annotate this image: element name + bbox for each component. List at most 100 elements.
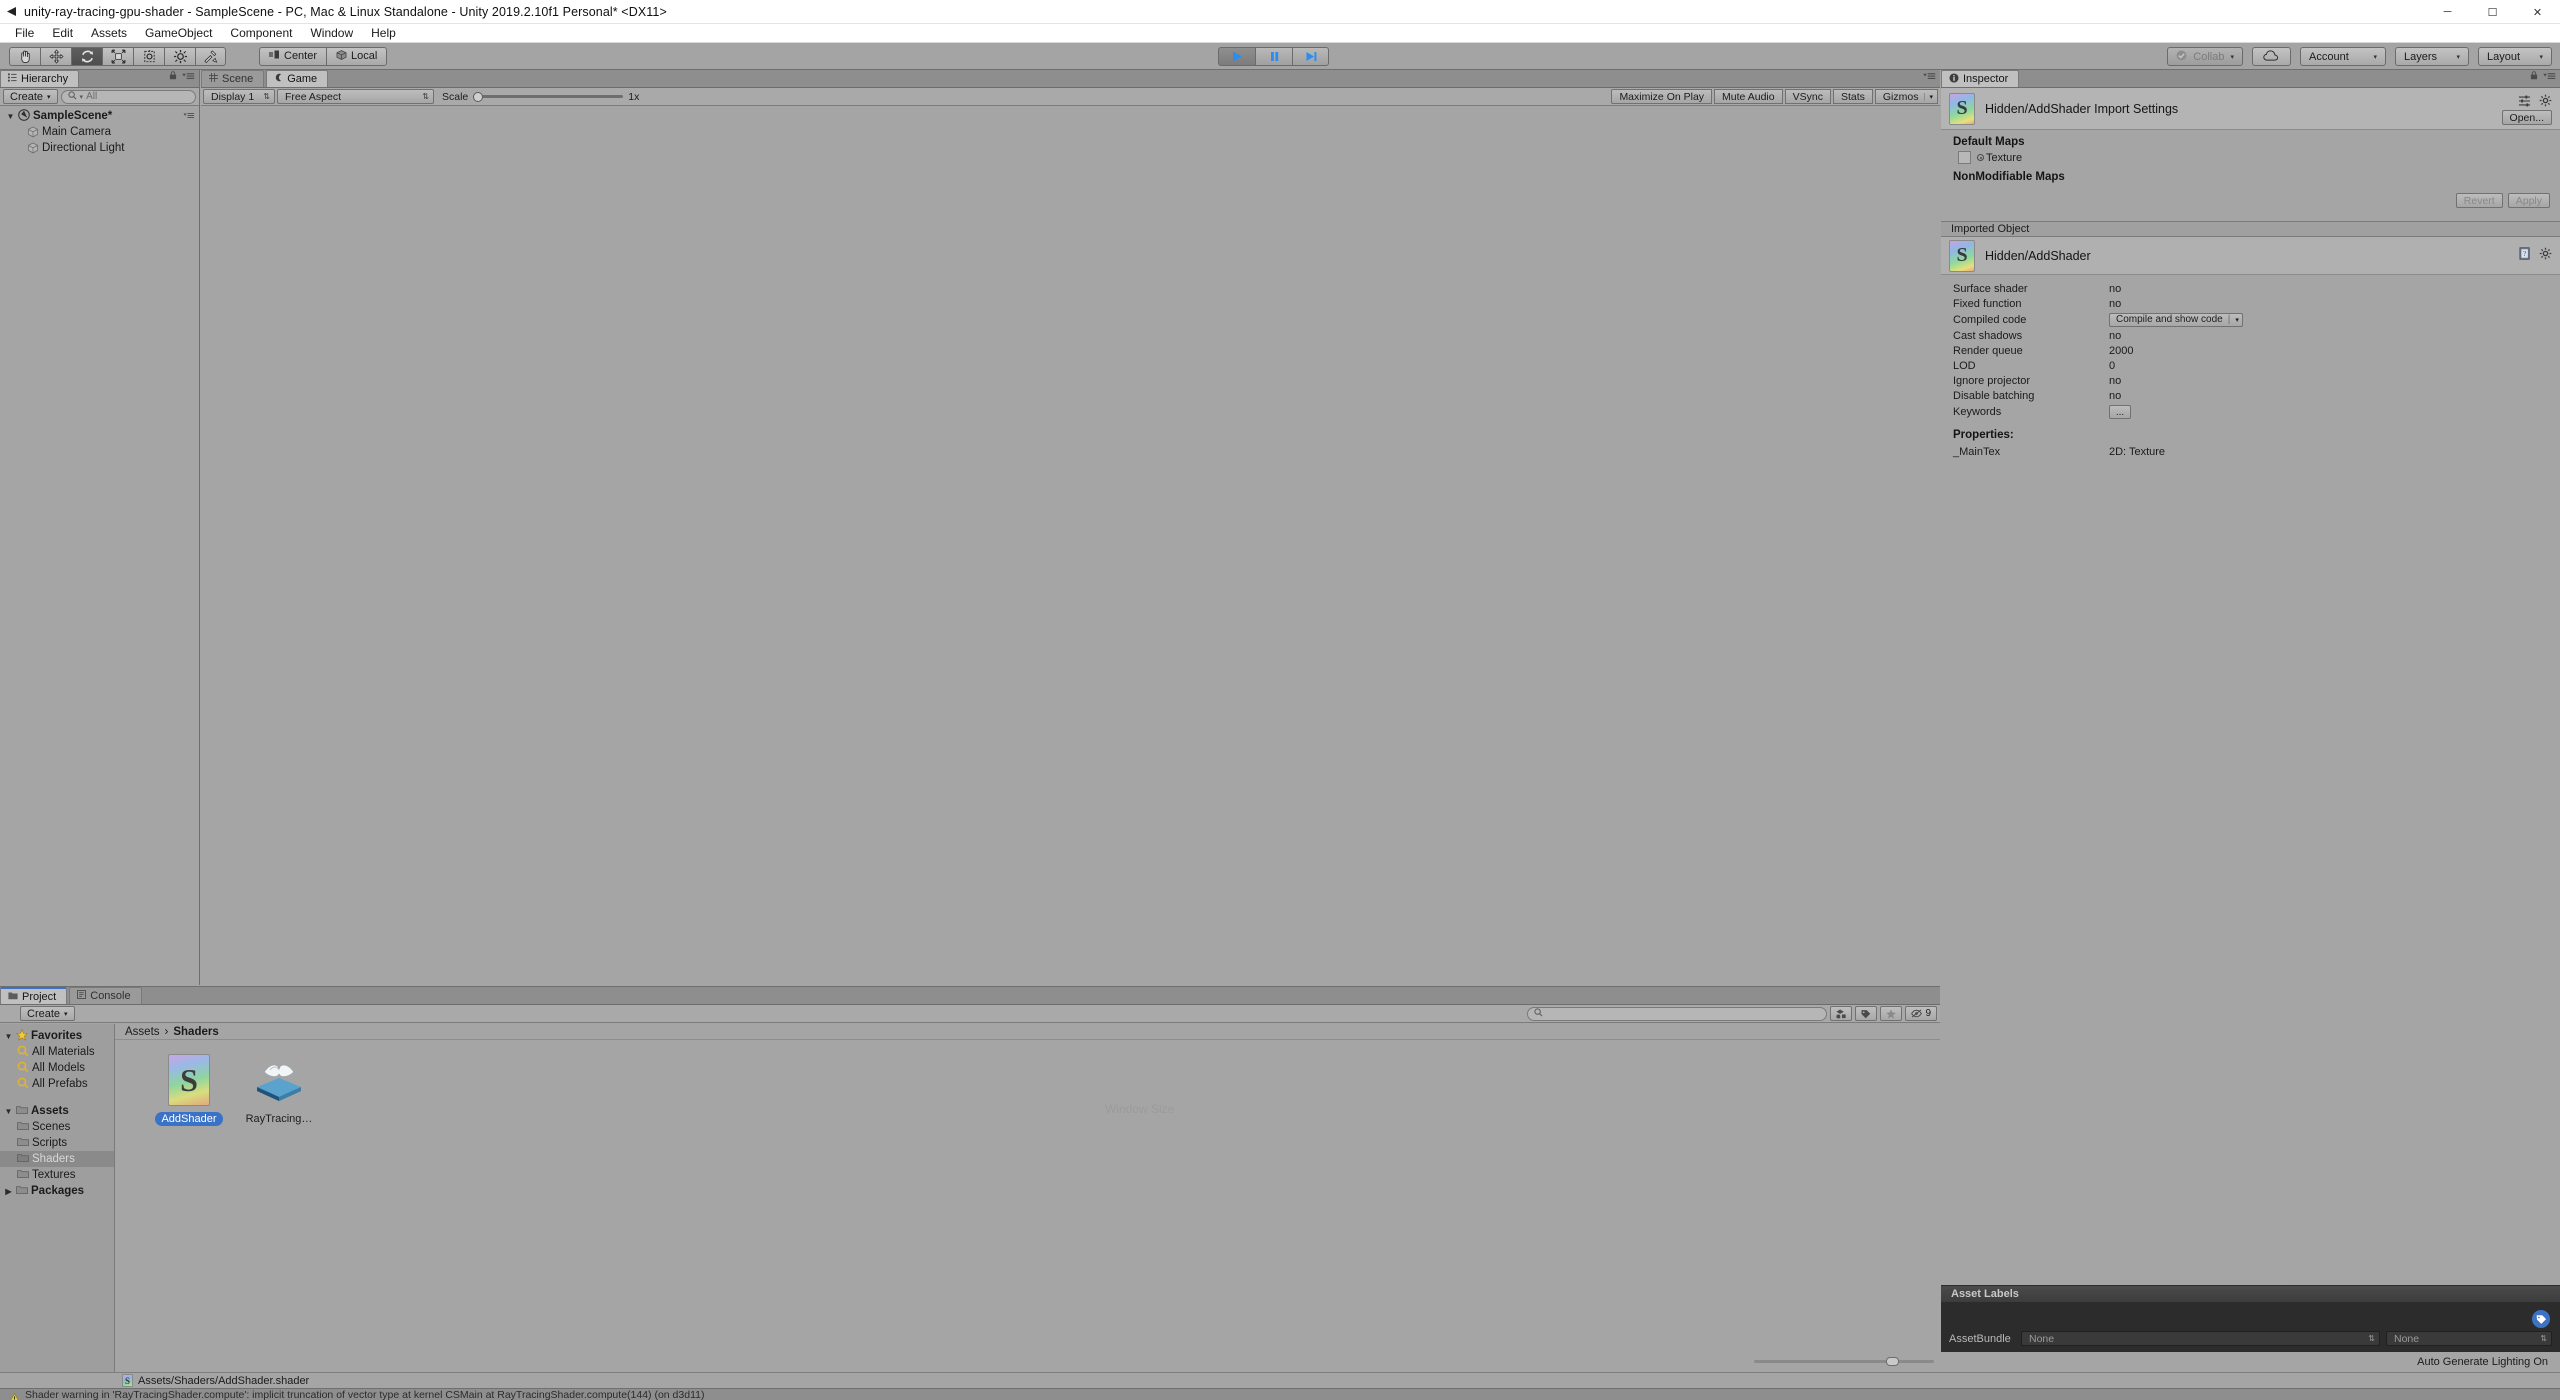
tab-project[interactable]: Project [0,987,68,1004]
space-mode-button[interactable]: Local [326,46,388,66]
chevron-right-icon[interactable]: ▶ [4,1187,13,1196]
gizmos-toggle[interactable]: Gizmos ▾ [1874,89,1938,104]
transform-tool-button[interactable] [164,46,195,66]
hierarchy-item-directional-light[interactable]: Directional Light [0,140,199,156]
asset-item-raytracing[interactable]: RayTracing… [243,1054,315,1126]
tab-inspector[interactable]: Inspector [1941,70,2020,87]
tree-item-all-materials[interactable]: All Materials [0,1044,114,1060]
open-button[interactable]: Open... [2501,110,2552,125]
gameview-menu-icon[interactable] [1923,67,1936,85]
mute-audio-toggle[interactable]: Mute Audio [1714,89,1783,104]
maximize-button[interactable]: ☐ [2470,0,2515,24]
project-search-input[interactable] [1527,1006,1828,1021]
tree-item-all-models[interactable]: All Models [0,1060,114,1076]
vsync-toggle[interactable]: VSync [1784,89,1831,104]
default-map-texture-row[interactable]: Texture [1941,150,2560,165]
label-filter-button[interactable] [1855,1006,1878,1021]
hand-tool-button[interactable] [9,46,40,66]
hierarchy-menu-icon[interactable] [182,67,195,85]
assetbundle-dropdown[interactable]: None ⇅ [2021,1331,2380,1346]
layers-button[interactable]: Layers ▾ [2395,47,2469,66]
step-button[interactable] [1292,47,1329,66]
display-dropdown[interactable]: Display 1 ⇅ [203,89,275,104]
project-zoom-slider[interactable] [1754,1357,1934,1366]
inspector-menu-icon[interactable] [2543,67,2556,85]
scene-menu-icon[interactable] [183,110,195,122]
menu-assets[interactable]: Assets [82,24,136,43]
tree-item-textures[interactable]: Textures [0,1167,114,1183]
rotate-tool-button[interactable] [71,46,102,66]
label-tag-icon[interactable] [2532,1310,2550,1328]
move-tool-button[interactable] [40,46,71,66]
menu-component[interactable]: Component [221,24,301,43]
scale-slider[interactable] [473,91,624,102]
hierarchy-item-main-camera[interactable]: Main Camera [0,124,199,140]
project-zoom-knob[interactable] [1886,1357,1899,1366]
tree-item-favorites[interactable]: ▼ Favorites [0,1028,114,1044]
hierarchy-search-input[interactable]: ▾ All [60,89,196,104]
project-content-area: Assets › Shaders S AddShader RayTracing…… [115,1024,1940,1372]
status-bar[interactable]: Shader warning in 'RayTracingShader.comp… [0,1388,2560,1400]
chevron-down-icon[interactable]: ▼ [4,1032,13,1041]
tree-item-assets[interactable]: ▼ Assets [0,1103,114,1119]
tree-item-shaders[interactable]: Shaders [0,1151,114,1167]
layout-button[interactable]: Layout ▾ [2478,47,2552,66]
aspect-dropdown[interactable]: Free Aspect ⇅ [277,89,434,104]
chevron-down-icon[interactable]: ▼ [6,112,15,121]
maximize-on-play-toggle[interactable]: Maximize On Play [1611,89,1713,104]
play-button[interactable] [1218,47,1255,66]
scale-tool-button[interactable] [102,46,133,66]
pivot-mode-button[interactable]: Center [259,46,327,66]
tab-scene[interactable]: Scene [201,70,265,87]
favorite-filter-button[interactable] [1880,1006,1903,1021]
menu-help[interactable]: Help [362,24,405,43]
asset-labels-header[interactable]: Asset Labels [1941,1285,2560,1302]
help-icon[interactable]: ? [2519,247,2531,265]
texture-thumbnail[interactable] [1958,151,1971,164]
menu-file[interactable]: File [6,24,43,43]
tree-item-scripts[interactable]: Scripts [0,1135,114,1151]
gear-icon[interactable] [2539,247,2552,265]
compiled-code-dropdown[interactable]: Compile and show code | ▾ [2109,312,2243,327]
pause-button[interactable] [1255,47,1292,66]
chevron-down-icon[interactable]: ▼ [4,1107,13,1116]
keywords-button[interactable]: ... [2109,405,2131,419]
rect-tool-button[interactable] [133,46,164,66]
asset-type-filter-button[interactable] [1830,1006,1853,1021]
tab-console[interactable]: Console [69,987,142,1004]
tab-hierarchy[interactable]: Hierarchy [0,70,80,87]
hidden-packages-button[interactable]: 9 [1905,1006,1937,1021]
cloud-button[interactable] [2252,47,2291,66]
hierarchy-create-button[interactable]: Create ▾ [3,89,58,104]
menu-window[interactable]: Window [301,24,362,43]
custom-editor-tool-button[interactable] [195,46,226,66]
assetbundle-variant-dropdown[interactable]: None ⇅ [2386,1331,2552,1346]
lock-icon[interactable] [2530,67,2538,85]
tree-item-all-prefabs[interactable]: All Prefabs [0,1076,114,1092]
revert-button[interactable]: Revert [2455,193,2503,208]
property-row: Render queue 2000 [1941,343,2560,358]
menu-gameobject[interactable]: GameObject [136,24,221,43]
minimize-button[interactable]: ─ [2425,0,2470,24]
tree-item-scenes[interactable]: Scenes [0,1119,114,1135]
grid-icon [209,73,218,85]
hierarchy-scene-row[interactable]: ▼ SampleScene* [0,108,199,124]
texture-field[interactable]: Texture [1977,152,2022,164]
apply-button[interactable]: Apply [2507,193,2550,208]
scale-value-label: 1x [628,90,640,103]
breadcrumb-shaders[interactable]: Shaders [173,1026,218,1038]
menu-edit[interactable]: Edit [43,24,82,43]
asset-item-addshader[interactable]: S AddShader [153,1054,225,1126]
scale-slider-knob[interactable] [473,91,484,102]
account-button[interactable]: Account ▾ [2300,47,2386,66]
tree-item-label: Shaders [32,1153,75,1165]
collab-button[interactable]: Collab ▾ [2167,47,2243,66]
object-picker-icon[interactable] [1977,154,1984,161]
tab-game[interactable]: Game [266,70,329,87]
breadcrumb-assets[interactable]: Assets [125,1026,160,1038]
lock-icon[interactable] [169,67,177,85]
project-create-button[interactable]: Create ▾ [20,1006,75,1021]
stats-toggle[interactable]: Stats [1832,89,1873,104]
close-button[interactable]: ✕ [2515,0,2560,24]
tree-item-packages[interactable]: ▶ Packages [0,1183,114,1199]
